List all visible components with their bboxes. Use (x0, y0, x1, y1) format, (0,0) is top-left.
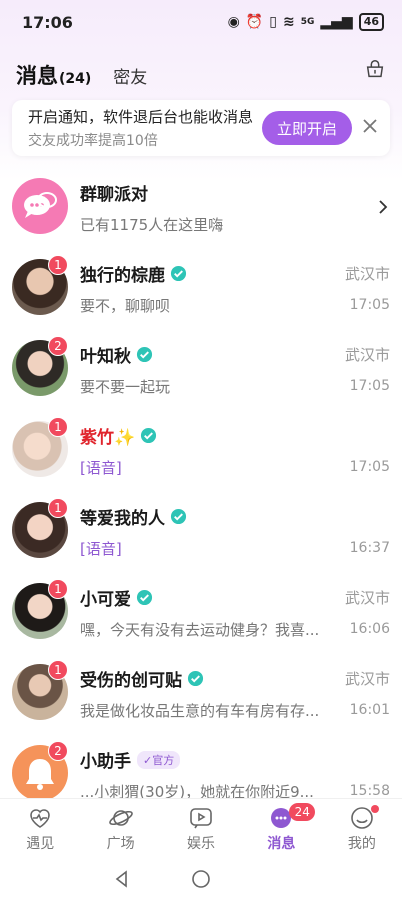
vibrate-icon: ▯ (269, 14, 277, 30)
notification-banner: 开启通知，软件退后台也能收消息 交友成功率提高10倍 立即开启 (12, 100, 390, 156)
eye-icon: ◉ (227, 14, 240, 30)
unread-badge: 1 (48, 660, 68, 680)
unread-badge: 1 (48, 579, 68, 599)
network-label: 5G (300, 17, 315, 27)
conversation-name: 小助手 ✓官方 (80, 747, 181, 772)
conversation-preview: 要不，聊聊呗 (80, 297, 171, 315)
tab-close-friends[interactable]: 密友 (113, 63, 147, 88)
verified-icon (136, 346, 153, 363)
system-navigation-bar (0, 858, 402, 900)
unread-badge: 2 (48, 336, 68, 356)
tab-profile[interactable]: 我的 (322, 799, 402, 858)
page-header: 消息(24) 密友 (0, 50, 402, 90)
conversation-preview: 我是做化妆品生意的有车有房有存... (80, 702, 320, 720)
conversation-preview: 嘿，今天有没有去运动健身？我喜... (80, 621, 320, 639)
contact-name: 小可爱 (80, 590, 131, 610)
conversation-name: 群聊派对 (80, 185, 148, 205)
conversation-list: 群聊派对 已有1175人在这里嗨 1 独行的棕鹿 武汉市 要不，聊聊呗 17:0… (0, 168, 402, 816)
list-item[interactable]: 1 小可爱 武汉市 嘿，今天有没有去运动健身？我喜... 16:06 (0, 573, 402, 654)
unread-badge: 1 (48, 255, 68, 275)
verified-icon (170, 265, 187, 282)
conversation-preview: 已有1175人在这里嗨 (80, 216, 224, 234)
tab-messages[interactable]: 消息(24) (16, 60, 91, 90)
timestamp: 15:58 (349, 783, 390, 799)
verified-icon (187, 670, 204, 687)
alarm-icon: ⏰ (245, 14, 264, 30)
tab-label: 消息 (267, 836, 296, 852)
timestamp: 16:01 (349, 702, 390, 718)
unread-badge: 24 (289, 803, 316, 821)
timestamp: 17:05 (349, 459, 390, 475)
contact-name: 小助手 (80, 752, 131, 772)
verified-icon (136, 589, 153, 606)
close-icon[interactable] (362, 118, 378, 134)
tab-label: 遇见 (26, 836, 55, 852)
list-item[interactable]: 1 紫竹✨ [语音] 17:05 (0, 411, 402, 492)
contact-name: 叶知秋 (80, 347, 131, 367)
status-time: 17:06 (22, 12, 73, 32)
page-title: 消息 (16, 64, 58, 88)
list-item[interactable]: 1 受伤的创可贴 武汉市 我是做化妆品生意的有车有房有存... 16:01 (0, 654, 402, 735)
conversation-preview: [语音] (80, 459, 122, 477)
contact-name: 紫竹✨ (80, 428, 136, 448)
group-chat-avatar (12, 178, 68, 234)
timestamp: 17:05 (349, 378, 390, 394)
official-badge: ✓官方 (137, 750, 181, 769)
tab-label: 娱乐 (187, 836, 216, 852)
timestamp: 17:05 (349, 297, 390, 313)
tab-messages-nav[interactable]: 24 消息 (241, 799, 321, 858)
contact-name: 受伤的创可贴 (80, 671, 182, 691)
battery-indicator: 46 (358, 13, 384, 31)
home-icon[interactable] (191, 869, 211, 889)
verified-icon (170, 508, 187, 525)
wifi-icon: ≋ (282, 14, 295, 30)
location-label: 武汉市 (344, 346, 390, 364)
conversation-name: 等爱我的人 (80, 504, 187, 529)
conversation-name: 受伤的创可贴 (80, 666, 204, 691)
notification-dot (370, 805, 379, 813)
chevron-right-icon (379, 200, 388, 214)
tab-square[interactable]: 广场 (80, 799, 160, 858)
status-bar: 17:06 ◉ ⏰ ▯ ≋ 5G ▂▄▆ 46 (0, 0, 402, 44)
official-label: 官方 (152, 753, 175, 767)
tab-label: 广场 (106, 836, 135, 852)
basket-icon[interactable] (364, 58, 386, 80)
contact-name: 独行的棕鹿 (80, 266, 165, 286)
location-label: 武汉市 (344, 670, 390, 688)
conversation-name: 叶知秋 (80, 342, 153, 367)
list-item-group-party[interactable]: 群聊派对 已有1175人在这里嗨 (0, 168, 402, 249)
conversation-preview: 要不要一起玩 (80, 378, 171, 396)
verified-icon (141, 427, 157, 444)
play-chat-icon (190, 808, 212, 829)
back-icon[interactable] (113, 870, 131, 888)
status-icons: ◉ ⏰ ▯ ≋ 5G ▂▄▆ 46 (228, 13, 384, 31)
location-label: 武汉市 (344, 589, 390, 607)
conversation-name: 紫竹✨ (80, 423, 157, 448)
tab-meet[interactable]: 遇见 (0, 799, 80, 858)
chat-bubbles-icon (24, 192, 57, 218)
unread-badge: 1 (48, 417, 68, 437)
location-label: 武汉市 (344, 265, 390, 283)
conversation-name: 独行的棕鹿 (80, 261, 187, 286)
timestamp: 16:37 (349, 540, 390, 556)
signal-icon: ▂▄▆ (320, 14, 353, 30)
banner-title: 开启通知，软件退后台也能收消息 (28, 108, 254, 126)
list-item[interactable]: 2 叶知秋 武汉市 要不要一起玩 17:05 (0, 330, 402, 411)
list-item[interactable]: 1 独行的棕鹿 武汉市 要不，聊聊呗 17:05 (0, 249, 402, 330)
planet-icon (108, 810, 133, 826)
conversation-name: 小可爱 (80, 585, 153, 610)
list-item[interactable]: 1 等爱我的人 [语音] 16:37 (0, 492, 402, 573)
timestamp: 16:06 (349, 621, 390, 637)
tab-entertainment[interactable]: 娱乐 (161, 799, 241, 858)
enable-notification-button[interactable]: 立即开启 (262, 111, 352, 145)
tab-label: 我的 (347, 836, 376, 852)
heart-pulse-icon (30, 809, 51, 828)
unread-badge: 1 (48, 498, 68, 518)
message-count: (24) (59, 71, 92, 87)
bottom-tab-bar: 遇见 广场 娱乐 24 消息 我的 (0, 798, 402, 858)
unread-badge: 2 (48, 741, 68, 761)
conversation-preview: [语音] (80, 540, 122, 558)
contact-name: 等爱我的人 (80, 509, 165, 529)
